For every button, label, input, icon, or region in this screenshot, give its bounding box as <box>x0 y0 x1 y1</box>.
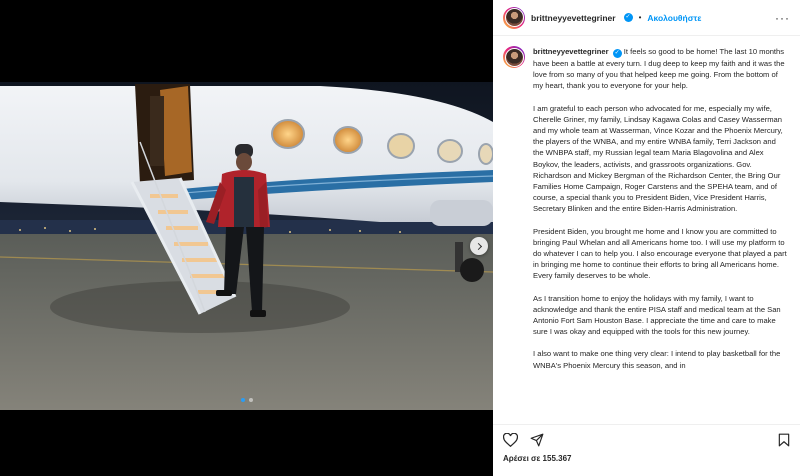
chevron-right-icon <box>474 242 482 250</box>
header-separator: • <box>638 13 642 22</box>
post-actions <box>493 424 800 454</box>
caption: brittneyyevettegriner ✓ It feels so good… <box>503 46 790 382</box>
post-media-pane <box>0 0 493 476</box>
carousel-indicator <box>0 398 493 402</box>
heart-icon <box>503 432 518 447</box>
post-side-panel: brittneyyevettegriner ✓ • Ακολουθήστε ··… <box>493 0 800 476</box>
caption-paragraph: I also want to make one thing very clear… <box>533 349 781 370</box>
post-photo <box>0 82 493 410</box>
caption-text: brittneyyevettegriner ✓ It feels so good… <box>533 46 788 382</box>
verified-badge-icon: ✓ <box>623 13 633 22</box>
comments-area[interactable]: brittneyyevettegriner ✓ It feels so good… <box>493 36 800 424</box>
follow-button[interactable]: Ακολουθήστε <box>647 13 701 23</box>
instagram-post-modal: brittneyyevettegriner ✓ • Ακολουθήστε ··… <box>0 0 800 476</box>
carousel-dot-active <box>240 398 245 402</box>
verified-badge-icon: ✓ <box>612 49 622 58</box>
more-options-icon[interactable]: ··· <box>775 11 790 25</box>
like-button[interactable] <box>503 432 518 447</box>
author-username[interactable]: brittneyyevettegriner <box>531 13 616 23</box>
caption-paragraph: As I transition home to enjoy the holida… <box>533 293 781 337</box>
likes-count[interactable]: Αρέσει σε 155.367 <box>493 454 800 476</box>
share-icon <box>530 433 544 446</box>
share-button[interactable] <box>530 433 544 447</box>
caption-paragraph: I am grateful to each person who advocat… <box>533 103 783 214</box>
caption-paragraph: President Biden, you brought me home and… <box>533 226 787 281</box>
caption-paragraph: brittneyyevettegriner ✓ It feels so good… <box>533 46 788 92</box>
caption-avatar[interactable] <box>503 46 525 68</box>
caption-username[interactable]: brittneyyevettegriner <box>533 47 609 56</box>
next-slide-button[interactable] <box>470 237 488 255</box>
save-button[interactable] <box>778 433 790 447</box>
carousel-dot <box>248 398 253 402</box>
post-header: brittneyyevettegriner ✓ • Ακολουθήστε ··… <box>493 0 800 36</box>
author-avatar[interactable] <box>503 6 525 29</box>
bookmark-icon <box>778 433 790 446</box>
